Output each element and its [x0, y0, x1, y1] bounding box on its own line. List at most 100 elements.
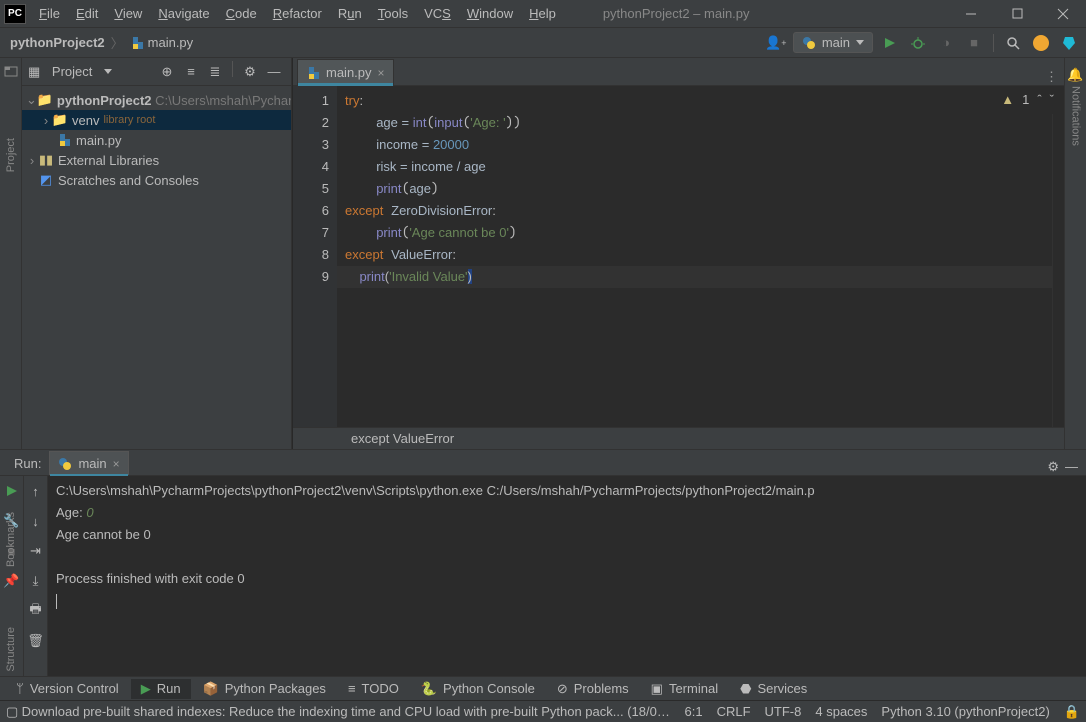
line-number: 2 [293, 112, 329, 134]
close-tab-button[interactable]: × [113, 457, 120, 471]
folder-icon: ▦ [28, 64, 40, 80]
menu-window[interactable]: Window [460, 2, 520, 25]
menu-edit[interactable]: Edit [69, 2, 105, 25]
code-editor[interactable]: 1 2 3 4 5 6 7 8 9 try: age = int(input('… [293, 86, 1064, 427]
chevron-right-icon[interactable]: › [40, 113, 52, 128]
breadcrumb-project[interactable]: pythonProject2 [6, 33, 109, 52]
chevron-up-icon[interactable]: ˆ [1037, 92, 1041, 107]
tool-version-control[interactable]: ᛘVersion Control [6, 679, 129, 698]
select-opened-file-button[interactable]: ⊕ [156, 61, 178, 83]
settings-gear-icon[interactable]: ⚙ [239, 61, 261, 83]
tool-terminal[interactable]: ▣Terminal [641, 679, 728, 699]
menu-view[interactable]: View [107, 2, 149, 25]
package-icon: 📦 [203, 681, 219, 697]
file-encoding[interactable]: UTF-8 [765, 704, 802, 720]
tree-node-venv[interactable]: › 📁 venv library root [22, 110, 291, 130]
python-icon [802, 36, 816, 50]
expand-all-button[interactable]: ≡ [180, 61, 202, 83]
project-tree[interactable]: ⌄ 📁 pythonProject2 C:\Users\mshah\Pychar… [22, 86, 291, 194]
scroll-to-end-icon[interactable]: ⤓ [25, 570, 47, 592]
window-close-button[interactable] [1040, 0, 1086, 28]
code-content[interactable]: try: age = int(input('Age: ')) income = … [337, 86, 1064, 427]
up-arrow-icon[interactable]: ↑ [25, 480, 47, 502]
tab-list-button[interactable]: ⋮ [1045, 69, 1064, 85]
stop-button[interactable]: ■ [963, 32, 985, 54]
down-arrow-icon[interactable]: ↓ [25, 510, 47, 532]
menu-navigate[interactable]: Navigate [151, 2, 216, 25]
inspection-widget[interactable]: ▲ 1 ˆ ˇ [1001, 92, 1054, 107]
console-output[interactable]: C:\Users\mshah\PycharmProjects\pythonPro… [48, 476, 1086, 676]
breadcrumb-project-label: pythonProject2 [10, 35, 105, 50]
soft-wrap-icon[interactable]: ⇥ [25, 540, 47, 562]
line-separator[interactable]: CRLF [717, 704, 751, 720]
run-tab-main[interactable]: main × [49, 451, 128, 475]
pin-icon[interactable]: 📌 [1, 570, 23, 592]
tool-windows-icon[interactable]: ▢ [6, 704, 18, 720]
search-everywhere-button[interactable] [1002, 32, 1024, 54]
code-with-me-icon[interactable] [1058, 32, 1080, 54]
tree-node-scratches[interactable]: ◩ Scratches and Consoles [22, 170, 291, 190]
tool-services[interactable]: ⬣Services [730, 679, 817, 699]
bottom-tool-bar: ᛘVersion Control ▶Run 📦Python Packages ≡… [0, 676, 1086, 700]
menu-refactor[interactable]: Refactor [266, 2, 329, 25]
window-minimize-button[interactable] [948, 0, 994, 28]
tool-run[interactable]: ▶Run [131, 679, 191, 699]
ide-update-icon[interactable] [1030, 32, 1052, 54]
tool-python-console[interactable]: 🐍Python Console [411, 679, 545, 699]
tool-python-packages[interactable]: 📦Python Packages [193, 679, 336, 699]
project-tool-label[interactable]: Project [5, 138, 17, 172]
window-title: pythonProject2 – main.py [603, 6, 750, 21]
chevron-down-icon[interactable]: ˇ [1050, 92, 1054, 107]
tool-todo[interactable]: ≡TODO [338, 679, 409, 698]
run-button[interactable] [879, 32, 901, 54]
interpreter-selector[interactable]: Python 3.10 (pythonProject2) [881, 704, 1049, 720]
chevron-down-icon[interactable] [104, 69, 112, 74]
debug-button[interactable] [907, 32, 929, 54]
right-tool-strip: 🔔 Notifications [1064, 58, 1086, 449]
menu-help[interactable]: Help [522, 2, 563, 25]
status-message[interactable]: Download pre-built shared indexes: Reduc… [22, 704, 672, 719]
notifications-icon[interactable]: 🔔 [1065, 64, 1086, 86]
rerun-button[interactable] [1, 480, 23, 502]
title-bar: PC File Edit View Navigate Code Refactor… [0, 0, 1086, 28]
tree-node-external-libraries[interactable]: › ▮▮ External Libraries [22, 150, 291, 170]
tree-node-root[interactable]: ⌄ 📁 pythonProject2 C:\Users\mshah\Pychar… [22, 90, 291, 110]
chevron-down-icon[interactable]: ⌄ [26, 92, 37, 108]
menu-file[interactable]: File [32, 2, 67, 25]
tree-node-main-py[interactable]: main.py [22, 130, 291, 150]
bookmarks-tool-label[interactable]: Bookmarks [5, 512, 17, 567]
editor-gutter[interactable]: 1 2 3 4 5 6 7 8 9 [293, 86, 337, 427]
editor-breadcrumbs[interactable]: except ValueError [293, 427, 1064, 449]
collapse-all-button[interactable]: ≣ [204, 61, 226, 83]
tool-problems[interactable]: ⊘Problems [547, 679, 639, 699]
hide-button[interactable]: — [263, 61, 285, 83]
menu-code[interactable]: Code [219, 2, 264, 25]
python-icon [58, 457, 72, 471]
project-tool-icon[interactable] [0, 64, 22, 78]
breadcrumb-file[interactable]: main.py [126, 33, 198, 52]
close-tab-button[interactable]: × [378, 66, 385, 80]
trash-icon[interactable]: 🗑 [25, 630, 47, 652]
coverage-button[interactable]: ◑ [935, 32, 957, 54]
caret-position[interactable]: 6:1 [685, 704, 703, 720]
window-maximize-button[interactable] [994, 0, 1040, 28]
warning-icon: ▲ [1001, 92, 1014, 107]
add-user-icon[interactable]: 👤+ [765, 32, 787, 54]
editor-tab-main-py[interactable]: main.py × [297, 59, 394, 85]
menu-vcs[interactable]: VCS [417, 2, 458, 25]
print-icon[interactable]: 🖶 [25, 600, 47, 622]
branch-icon: ᛘ [16, 681, 24, 696]
menu-run[interactable]: Run [331, 2, 369, 25]
run-config-selector[interactable]: main [793, 32, 873, 53]
console-cursor [56, 594, 57, 609]
indent-setting[interactable]: 4 spaces [815, 704, 867, 720]
notifications-label[interactable]: Notifications [1070, 86, 1082, 146]
settings-gear-icon[interactable]: ⚙ [1047, 459, 1059, 475]
structure-tool-label[interactable]: Structure [5, 627, 17, 672]
editor-minimap[interactable] [1052, 114, 1064, 427]
lock-icon[interactable]: 🔒 [1064, 704, 1080, 720]
separator [993, 34, 994, 52]
hide-button[interactable]: — [1065, 459, 1078, 475]
chevron-right-icon[interactable]: › [26, 153, 38, 168]
menu-tools[interactable]: Tools [371, 2, 415, 25]
